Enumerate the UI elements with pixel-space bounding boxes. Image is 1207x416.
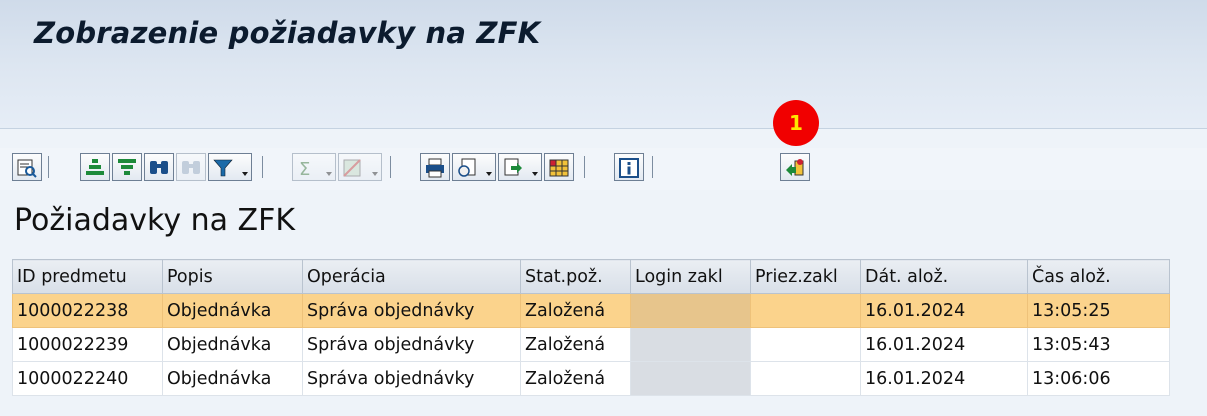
table-header-row: ID predmetu Popis Operácia Stat.pož. Log… xyxy=(12,259,1170,294)
details-icon xyxy=(17,159,37,178)
alv-toolbar: Σ xyxy=(0,148,1207,190)
cell-stat[interactable]: Založená xyxy=(520,327,631,362)
separator xyxy=(390,156,391,178)
chevron-down-icon xyxy=(242,172,248,176)
cell-cas[interactable]: 13:05:25 xyxy=(1027,293,1170,328)
cell-priez[interactable] xyxy=(750,293,861,328)
sort-ascending-icon xyxy=(86,159,104,175)
column-header-priez[interactable]: Priez.zakl xyxy=(750,259,861,294)
cell-popis[interactable]: Objednávka xyxy=(162,327,303,362)
cell-priez[interactable] xyxy=(750,361,861,396)
step-badge: 1 xyxy=(773,100,819,146)
cell-popis[interactable]: Objednávka xyxy=(162,293,303,328)
cell-cas[interactable]: 13:05:43 xyxy=(1027,327,1170,362)
menu-strip xyxy=(0,66,1207,128)
chevron-down-icon xyxy=(372,172,378,176)
cell-login-redacted[interactable] xyxy=(630,327,751,362)
cell-datum[interactable]: 16.01.2024 xyxy=(860,361,1028,396)
column-header-popis[interactable]: Popis xyxy=(162,259,303,294)
column-header-stat[interactable]: Stat.pož. xyxy=(520,259,631,294)
cell-operacia[interactable]: Správa objednávky xyxy=(302,327,521,362)
chevron-down-icon xyxy=(326,172,332,176)
table-row[interactable]: 1000022238 Objednávka Správa objednávky … xyxy=(12,293,1170,328)
window-title: Zobrazenie požiadavky na ZFK xyxy=(34,16,541,50)
transfer-icon xyxy=(786,159,804,176)
cell-id[interactable]: 1000022239 xyxy=(12,327,163,362)
print-button[interactable] xyxy=(420,153,450,181)
separator xyxy=(652,156,653,178)
filter-icon xyxy=(213,159,233,177)
change-layout-button[interactable] xyxy=(544,153,574,181)
cell-popis[interactable]: Objednávka xyxy=(162,361,303,396)
requests-table: ID predmetu Popis Operácia Stat.pož. Log… xyxy=(12,259,1170,396)
divider xyxy=(0,128,1207,129)
chevron-down-icon xyxy=(532,172,538,176)
column-header-id[interactable]: ID predmetu xyxy=(12,259,163,294)
sort-descending-button[interactable] xyxy=(112,153,142,181)
info-button[interactable] xyxy=(614,153,644,181)
grid-icon xyxy=(549,159,569,177)
export-icon xyxy=(504,158,522,176)
sum-button[interactable]: Σ xyxy=(292,153,336,181)
cell-id[interactable]: 1000022240 xyxy=(12,361,163,396)
cell-datum[interactable]: 16.01.2024 xyxy=(860,327,1028,362)
cell-id[interactable]: 1000022238 xyxy=(12,293,163,328)
details-button[interactable] xyxy=(12,153,42,181)
subtotals-button[interactable] xyxy=(338,153,382,181)
cell-stat[interactable]: Založená xyxy=(520,293,631,328)
transfer-button[interactable] xyxy=(780,153,810,181)
cell-stat[interactable]: Založená xyxy=(520,361,631,396)
table-row[interactable]: 1000022239 Objednávka Správa objednávky … xyxy=(12,327,1170,362)
cell-cas[interactable]: 13:06:06 xyxy=(1027,361,1170,396)
chevron-down-icon xyxy=(486,172,492,176)
layout-icon xyxy=(458,158,476,177)
table-row[interactable]: 1000022240 Objednávka Správa objednávky … xyxy=(12,361,1170,396)
svg-text:Σ: Σ xyxy=(299,159,310,179)
column-header-login[interactable]: Login zakl xyxy=(630,259,751,294)
sort-ascending-button[interactable] xyxy=(80,153,110,181)
column-header-operacia[interactable]: Operácia xyxy=(302,259,521,294)
info-icon xyxy=(619,158,639,178)
find-icon xyxy=(150,161,168,174)
layout-button[interactable] xyxy=(452,153,496,181)
filter-button[interactable] xyxy=(208,153,252,181)
separator xyxy=(262,156,263,178)
title-bar: Zobrazenie požiadavky na ZFK xyxy=(0,0,1207,66)
cell-operacia[interactable]: Správa objednávky xyxy=(302,293,521,328)
cell-operacia[interactable]: Správa objednávky xyxy=(302,361,521,396)
subtotals-icon xyxy=(343,159,361,177)
find-next-icon xyxy=(182,161,200,174)
cell-priez[interactable] xyxy=(750,327,861,362)
export-button[interactable] xyxy=(498,153,542,181)
column-header-cas[interactable]: Čas alož. xyxy=(1027,259,1170,294)
print-icon xyxy=(426,158,444,178)
list-title: Požiadavky na ZFK xyxy=(14,203,296,238)
find-button[interactable] xyxy=(144,153,174,181)
cell-login-redacted[interactable] xyxy=(630,361,751,396)
column-header-datum[interactable]: Dát. alož. xyxy=(860,259,1028,294)
cell-datum[interactable]: 16.01.2024 xyxy=(860,293,1028,328)
find-next-button[interactable] xyxy=(176,153,206,181)
cell-login-redacted[interactable] xyxy=(630,293,751,328)
separator xyxy=(48,156,49,178)
sort-descending-icon xyxy=(118,159,136,175)
sum-icon: Σ xyxy=(299,159,310,179)
separator xyxy=(584,156,585,178)
